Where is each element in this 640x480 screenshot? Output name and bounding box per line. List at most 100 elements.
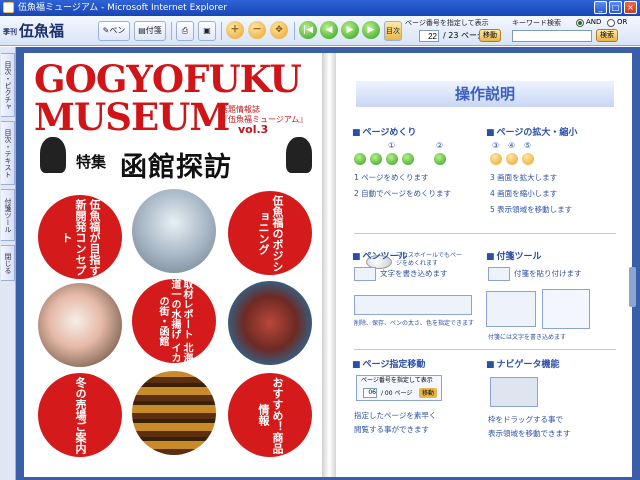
first-page-icon xyxy=(354,153,366,165)
page-num-1: ① xyxy=(388,141,396,150)
cover-title-line1: GOGYOFUKU xyxy=(34,57,302,101)
section-pen-tool: ペンツール xyxy=(352,249,408,262)
section-page-turn: ページめくり xyxy=(352,125,417,138)
prev-page-icon[interactable]: ◀ xyxy=(320,21,338,39)
cover-subtitle-line1: 話題情報誌 xyxy=(220,105,260,114)
page-prompt-label: ページ番号を指定して表示 xyxy=(405,19,489,27)
page-edge-tab[interactable] xyxy=(629,267,636,307)
auto-play-icon[interactable]: ▶ xyxy=(341,21,359,39)
tab-close[interactable]: 閉じる xyxy=(1,245,15,281)
cover-photo-dried-squid xyxy=(132,371,216,455)
page-jump-panel: ページ番号を指定して表示 / 23 ページ 移動 xyxy=(405,18,505,44)
last-page-icon xyxy=(402,153,414,165)
zoom-item-3: 3 画面を拡大します xyxy=(490,173,558,182)
maximize-button[interactable]: □ xyxy=(609,1,622,14)
zoom-num-5: ⑤ xyxy=(524,141,532,150)
cover-volume: vol.3 xyxy=(238,123,269,136)
search-and-radio[interactable] xyxy=(576,19,584,27)
page-jump-item-1: 指定したページを素早く xyxy=(354,411,437,420)
cover-circle-concept: 伍魚福が目指す新開発コンセプト xyxy=(38,195,122,279)
gogyofuku-logo: 季刊 伍魚福 xyxy=(3,20,93,42)
search-or-radio[interactable] xyxy=(607,19,615,27)
title-bar[interactable]: 伍魚福ミュージアム - Microsoft Internet Explorer … xyxy=(0,0,640,16)
book-viewer: GOGYOFUKU MUSEUM 話題情報誌 『伍魚福ミュージアム』 vol.3… xyxy=(16,47,640,480)
browser-window: 伍魚福ミュージアム - Microsoft Internet Explorer … xyxy=(0,0,640,480)
move-icon xyxy=(522,153,534,165)
navigator-screenshot xyxy=(490,377,538,407)
page-turn-item-1: 1 ページをめくります xyxy=(354,173,429,182)
sticky-icon: ▤ xyxy=(138,26,146,35)
pen-tool-label: ペン xyxy=(109,26,126,35)
zoom-in-icon[interactable]: ＋ xyxy=(226,21,244,39)
search-and-label: AND xyxy=(586,18,602,26)
sticky-tool-description: 付箋を貼り付けます xyxy=(514,269,582,278)
pen-tool-note: 削除、保存、ペンの太さ、色を指定できます xyxy=(354,320,475,327)
cover-circle-positioning: 伍魚福のポジショニング xyxy=(228,191,312,275)
page-jump-sample-go: 移動 xyxy=(419,388,437,398)
zoom-num-3: ③ xyxy=(492,141,500,150)
pen-toolbar-screenshot xyxy=(354,295,472,315)
minimize-button[interactable]: _ xyxy=(594,1,607,14)
next-page-icon[interactable]: ▶ xyxy=(362,21,380,39)
sticky-tool-button[interactable]: ▤付箋 xyxy=(134,21,166,41)
keyword-search-panel: キーワード検索 AND OR 検索 xyxy=(512,18,637,44)
index-button[interactable]: 目次 xyxy=(384,21,402,41)
tab-text-index[interactable]: 目次・テキスト xyxy=(1,121,15,185)
section-divider xyxy=(354,349,616,350)
auto-play-icon xyxy=(434,153,446,165)
toolbar-separator xyxy=(294,22,295,40)
pen-button-sample xyxy=(354,267,376,281)
page-num-2: ② xyxy=(436,141,444,150)
sticky-tool-label: 付箋 xyxy=(145,26,162,35)
page-jump-sample-total: / 00 ページ xyxy=(381,390,413,397)
cover-subtitle: 話題情報誌 『伍魚福ミュージアム』 xyxy=(220,105,320,125)
pdf-button[interactable]: ▣ xyxy=(198,21,216,41)
move-icon[interactable]: ✥ xyxy=(270,21,288,39)
page-jump-sample-input: 06 xyxy=(363,388,377,398)
prev-page-icon xyxy=(370,153,382,165)
sticky-button-sample xyxy=(488,267,510,281)
tab-picture-index[interactable]: 目次・ピクチャ xyxy=(1,53,15,117)
cover-photo-squid-sculpture xyxy=(228,281,312,365)
tab-sticky-tool[interactable]: 付箋ツール xyxy=(1,189,15,241)
sticky-palette-screenshot xyxy=(486,291,536,327)
section-sticky-tool: 付箋ツール xyxy=(486,249,542,262)
left-silhouette-figure xyxy=(40,137,66,173)
search-input[interactable] xyxy=(512,30,592,42)
window-title: 伍魚福ミュージアム - Microsoft Internet Explorer xyxy=(18,3,228,13)
page-jump-item-2: 閲覧する事ができます xyxy=(354,425,429,434)
cover-subtitle-line2: 『伍魚福ミュージアム』 xyxy=(220,115,308,124)
cover-circle-winter-sales: 冬の売場ご案内 xyxy=(38,373,122,457)
sticky-note-screenshot xyxy=(542,289,590,329)
zoom-num-4: ④ xyxy=(508,141,516,150)
navigator-item-1: 枠をドラッグする事で xyxy=(488,415,563,424)
navigator-item-2: 表示領域を移動できます xyxy=(488,429,571,438)
section-zoom: ページの拡大・縮小 xyxy=(486,125,578,138)
page-jump-sample-prompt: ページ番号を指定して表示 xyxy=(361,377,433,384)
toolbar-separator xyxy=(171,22,172,40)
pen-tool-button[interactable]: ✎ペン xyxy=(98,21,130,41)
zoom-in-icon xyxy=(490,153,502,165)
sticky-tool-note: 付箋には文字を書き込めます xyxy=(488,334,567,341)
page-turn-item-2: 2 自動でページをめくります xyxy=(354,189,452,198)
cover-photo-squid-dish xyxy=(38,283,122,367)
page-jump-sample: ページ番号を指定して表示 06 / 00 ページ 移動 xyxy=(356,375,442,401)
section-page-jump: ページ指定移動 xyxy=(352,357,426,370)
cover-circle-recommend: おすすめ！商品情報 xyxy=(228,373,312,457)
cover-page[interactable]: GOGYOFUKU MUSEUM 話題情報誌 『伍魚福ミュージアム』 vol.3… xyxy=(24,53,324,477)
pen-tool-description: 文字を書き込めます xyxy=(380,269,448,278)
logo-main-text: 伍魚福 xyxy=(19,22,65,40)
first-page-icon[interactable]: |◀ xyxy=(299,21,317,39)
next-page-icon xyxy=(386,153,398,165)
zoom-out-icon[interactable]: － xyxy=(248,21,266,39)
instructions-page[interactable]: 操作説明 ページめくり ① ② 1 ページをめくります 2 自動でページをめくり… xyxy=(336,53,632,477)
print-button[interactable]: ⎙ xyxy=(176,21,194,41)
search-button[interactable]: 検索 xyxy=(596,29,618,42)
close-button[interactable]: × xyxy=(624,1,637,14)
page-go-button[interactable]: 移動 xyxy=(479,29,501,42)
viewer-toolbar: 季刊 伍魚福 ✎ペン ▤付箋 ⎙ ▣ ＋ － ✥ |◀ ◀ ▶ ▶ 目次 ページ番… xyxy=(0,16,640,46)
zoom-out-icon xyxy=(506,153,518,165)
zoom-item-5: 5 表示領域を移動します xyxy=(490,205,573,214)
special-feature-title: 函館探訪 xyxy=(120,152,232,183)
page-number-input[interactable] xyxy=(419,30,439,42)
